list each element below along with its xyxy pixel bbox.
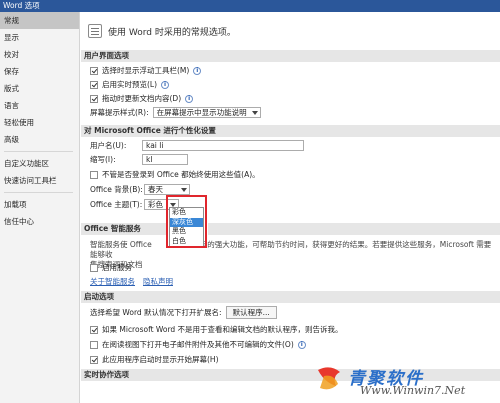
live-preview-checkbox[interactable] xyxy=(90,80,98,89)
background-label: Office 背景(B): xyxy=(90,185,143,194)
sidebar-item-advanced[interactable]: 高级 xyxy=(0,131,79,148)
background-select[interactable]: 春天 xyxy=(144,184,190,195)
window-title: Word 选项 xyxy=(0,0,500,12)
mini-toolbar-label: 选择时显示浮动工具栏(M) xyxy=(102,66,190,75)
sidebar-item-addins[interactable]: 加载项 xyxy=(0,196,79,213)
live-preview-label: 启用实时预览(L) xyxy=(102,80,158,89)
enable-services-checkbox[interactable] xyxy=(90,263,98,272)
red-highlight-frame xyxy=(166,195,207,248)
reading-view-label: 在阅读视图下打开电子邮件附件及其他不可编辑的文件(O) xyxy=(102,340,294,349)
options-main-panel: 使用 Word 时采用的常规选项。 用户界面选项 选择时显示浮动工具栏(M) i… xyxy=(81,12,500,403)
screentip-label: 屏幕提示样式(R): xyxy=(90,108,149,117)
option-drag-update[interactable]: 拖动时更新文档内容(D) i xyxy=(90,92,194,105)
sidebar-divider xyxy=(4,192,73,193)
sidebar-item-trust-center[interactable]: 信任中心 xyxy=(0,213,79,230)
settings-page-icon xyxy=(88,24,102,38)
username-label: 用户名(U): xyxy=(90,141,127,150)
default-programs-button[interactable]: 默认程序... xyxy=(225,306,277,319)
option-always-use[interactable]: 不管是否登录到 Office 都始终使用这些值(A)。 xyxy=(90,168,260,181)
notify-default-label: 如果 Microsoft Word 不是用于查看和编辑文档的默认程序，则告诉我。 xyxy=(102,325,343,334)
about-intelligent-link[interactable]: 关于智能服务 xyxy=(90,276,135,287)
screentip-select[interactable]: 在屏幕提示中显示功能说明 xyxy=(152,107,261,118)
section-personalize: 对 Microsoft Office 进行个性化设置 xyxy=(81,125,500,137)
sidebar-item-general[interactable]: 常规 xyxy=(0,12,79,29)
sidebar-item-language[interactable]: 语言 xyxy=(0,97,79,114)
theme-value: 彩色 xyxy=(148,200,163,209)
username-row: 用户名(U): kai li xyxy=(90,139,304,152)
section-ui-options: 用户界面选项 xyxy=(81,50,500,62)
watermark-url: Www.Winwin7.Net xyxy=(360,384,466,397)
mini-toolbar-checkbox[interactable] xyxy=(90,66,98,75)
start-screen-checkbox[interactable] xyxy=(90,355,98,364)
sidebar-divider xyxy=(4,151,73,152)
always-use-label: 不管是否登录到 Office 都始终使用这些值(A)。 xyxy=(102,170,260,179)
sidebar-item-display[interactable]: 显示 xyxy=(0,29,79,46)
notify-default-checkbox[interactable] xyxy=(90,325,98,334)
option-notify-default[interactable]: 如果 Microsoft Word 不是用于查看和编辑文档的默认程序，则告诉我。 xyxy=(90,323,343,336)
screentip-value: 在屏幕提示中显示功能说明 xyxy=(156,108,247,117)
section-intelligent-label: Office 智能服务 xyxy=(81,223,166,235)
section-startup: 启动选项 xyxy=(81,291,500,303)
section-intelligent-bar xyxy=(208,223,500,235)
start-screen-label: 此应用程序启动时显示开始屏幕(H) xyxy=(102,355,219,364)
chevron-down-icon xyxy=(251,111,258,115)
drag-update-checkbox[interactable] xyxy=(90,94,98,103)
option-enable-services[interactable]: 启用服务 xyxy=(90,261,132,274)
sidebar-item-quick-access[interactable]: 快速访问工具栏 xyxy=(0,172,79,189)
reading-view-checkbox[interactable] xyxy=(90,340,98,349)
default-program-label: 选择希望 Word 默认情况下打开扩展名: xyxy=(90,308,222,317)
intelligent-links: 关于智能服务 隐私声明 xyxy=(90,275,173,288)
info-icon: i xyxy=(185,94,194,103)
intelligent-description: 智能服务使 Office 云的强大功能，可帮助节约时间，获得更好的结果。若要提供这… xyxy=(90,240,496,270)
option-screentip: 屏幕提示样式(R): 在屏幕提示中显示功能说明 xyxy=(90,106,261,119)
username-input[interactable]: kai li xyxy=(142,140,304,151)
sidebar-item-customize-ribbon[interactable]: 自定义功能区 xyxy=(0,155,79,172)
background-value: 春天 xyxy=(148,185,163,194)
enable-services-label: 启用服务 xyxy=(102,263,132,272)
always-use-checkbox[interactable] xyxy=(90,170,98,179)
info-icon: i xyxy=(193,66,202,75)
info-icon: i xyxy=(297,340,306,349)
option-reading-view[interactable]: 在阅读视图下打开电子邮件附件及其他不可编辑的文件(O) i xyxy=(90,338,306,351)
watermark: 青聚软件 Www.Winwin7.Net xyxy=(310,362,500,403)
option-live-preview[interactable]: 启用实时预览(L) i xyxy=(90,78,170,91)
sidebar-item-layout[interactable]: 版式 xyxy=(0,80,79,97)
options-sidebar: 常规 显示 校对 保存 版式 语言 轻松使用 高级 自定义功能区 快速访问工具栏… xyxy=(0,12,80,403)
page-title: 使用 Word 时采用的常规选项。 xyxy=(108,27,236,38)
default-program-row: 选择希望 Word 默认情况下打开扩展名: 默认程序... xyxy=(90,306,277,319)
sidebar-item-accessibility[interactable]: 轻松使用 xyxy=(0,114,79,131)
initials-row: 缩写(I): kl xyxy=(90,153,188,166)
initials-input[interactable]: kl xyxy=(142,154,188,165)
info-icon: i xyxy=(161,80,170,89)
option-start-screen[interactable]: 此应用程序启动时显示开始屏幕(H) xyxy=(90,353,219,366)
option-mini-toolbar[interactable]: 选择时显示浮动工具栏(M) i xyxy=(90,64,202,77)
chevron-down-icon xyxy=(181,188,187,192)
sidebar-item-proofing[interactable]: 校对 xyxy=(0,46,79,63)
theme-label: Office 主题(T): xyxy=(90,200,143,209)
initials-label: 缩写(I): xyxy=(90,155,116,164)
sidebar-item-save[interactable]: 保存 xyxy=(0,63,79,80)
page-heading: 使用 Word 时采用的常规选项。 xyxy=(88,23,236,39)
drag-update-label: 拖动时更新文档内容(D) xyxy=(102,94,182,103)
intelligent-desc-part1: 智能服务使 Office xyxy=(90,240,152,249)
privacy-statement-link[interactable]: 隐私声明 xyxy=(143,276,173,287)
